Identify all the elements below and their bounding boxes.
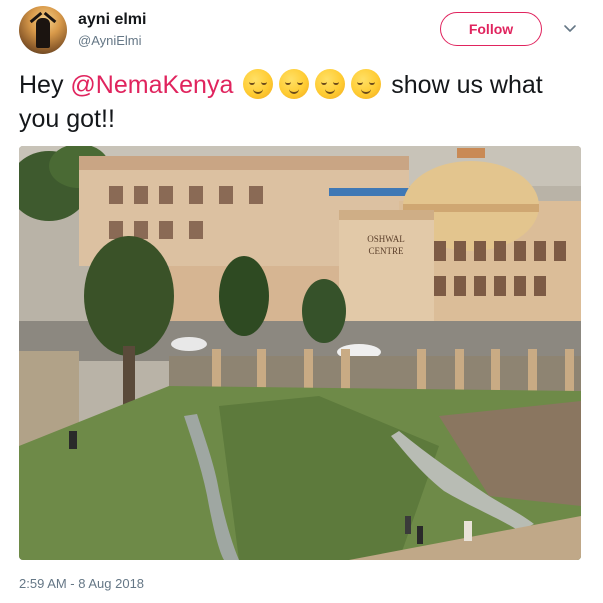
- relieved-face-icon: [243, 69, 274, 99]
- user-name[interactable]: ayni elmi: [78, 11, 146, 29]
- tweet-timestamp[interactable]: 2:59 AM - 8 Aug 2018: [19, 576, 144, 591]
- relieved-face-icon: [315, 69, 346, 99]
- tweet-text-before: Hey: [19, 71, 71, 99]
- avatar[interactable]: [19, 6, 67, 54]
- user-handle[interactable]: @AyniElmi: [78, 33, 142, 48]
- chevron-down-icon[interactable]: [563, 22, 577, 36]
- sign-text-line2: CENTRE: [369, 246, 405, 256]
- photo-scene: OSHWAL CENTRE: [19, 146, 581, 560]
- relieved-face-icon: [351, 69, 382, 99]
- relieved-face-icon: [279, 69, 310, 99]
- avatar-figure: [36, 18, 50, 48]
- tweet-text: Hey @NemaKenya show us what you got!!: [19, 68, 589, 136]
- tweet-card: ayni elmi @AyniElmi Follow Hey @NemaKeny…: [0, 0, 603, 603]
- tweet-photo[interactable]: OSHWAL CENTRE: [19, 146, 581, 560]
- follow-button[interactable]: Follow: [440, 12, 542, 46]
- mention-link[interactable]: @NemaKenya: [70, 71, 233, 99]
- sign-text-line1: OSHWAL: [367, 234, 405, 244]
